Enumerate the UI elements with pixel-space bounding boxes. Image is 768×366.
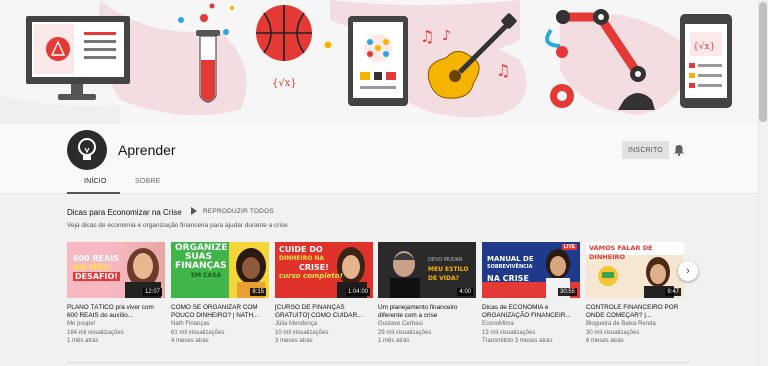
thumb-text: CRISE! (299, 263, 329, 272)
notification-bell-icon[interactable] (673, 144, 685, 156)
video-thumbnail[interactable]: VAMOS FALAR DE DINHEIRO 9:47 (586, 242, 684, 298)
tab-sobre[interactable]: SOBRE (135, 178, 161, 185)
video-views: 30 mil visualizações (586, 329, 640, 336)
svg-text:♪: ♪ (442, 28, 451, 44)
tab-inicio[interactable]: INÍCIO (84, 178, 107, 185)
video-views: 61 mil visualizações (171, 329, 225, 336)
video-thumbnail[interactable]: 600 REAIS NO MÊS: DESAFIO! 12:07 (67, 242, 165, 298)
video-title[interactable]: COMO SE ORGANIZAR COM POUCO DINHEIRO? | … (171, 304, 269, 320)
thumb-text: DESAFIO! (73, 272, 120, 281)
video-card[interactable]: DEVO MUDAR MEU ESTILO DE VIDA? 4:00 Um p… (378, 242, 476, 346)
channel-name: Aprender (118, 142, 176, 158)
video-duration: 9:47 (665, 288, 681, 296)
video-card[interactable]: VAMOS FALAR DE DINHEIRO 9:47 CONTROLE FI… (586, 242, 684, 346)
thumb-text: DINHEIRO NA (279, 255, 325, 262)
thumb-text: NO MÊS: (73, 263, 112, 272)
video-channel[interactable]: Nath Finanças (171, 320, 269, 329)
svg-text:{√x}: {√x} (272, 78, 297, 89)
video-age: 1 mês atrás (378, 338, 410, 344)
svg-text:♫: ♫ (420, 27, 434, 46)
thumb-text: MEU ESTILO (428, 266, 469, 273)
video-views: 29 mil visualizações (378, 329, 432, 336)
video-channel[interactable]: Júlia Mendonça (275, 320, 373, 329)
video-title[interactable]: PLANO TÁTICO pra viver com 600 REAIS do … (67, 304, 165, 320)
thumb-text: EM CASA (191, 272, 222, 279)
video-channel[interactable]: EconoMima (482, 320, 580, 329)
video-title[interactable]: CONTROLE FINANCEIRO POR ONDE COMEÇAR? |.… (586, 304, 684, 320)
subscribed-button[interactable]: INSCRITO (622, 141, 669, 159)
shelf-description: Veja dicas de economia e organização fin… (67, 222, 288, 229)
video-views: 13 mil visualizações (482, 329, 536, 336)
channel-avatar[interactable] (67, 130, 107, 170)
video-duration: 12:07 (142, 288, 162, 296)
thumb-text: VAMOS FALAR DE DINHEIRO (589, 244, 653, 261)
banner-illustration: {√x} ♫ ♪ ♫ {√x} (0, 0, 732, 124)
svg-text:♫: ♫ (496, 61, 510, 80)
video-channel[interactable]: Blogueira de Baixa Renda (586, 320, 684, 329)
video-age: 4 meses atrás (171, 338, 209, 344)
video-duration: 4:00 (457, 288, 473, 296)
video-title[interactable]: Um planejamento financeiro diferente com… (378, 304, 476, 320)
video-card[interactable]: CUIDE DO DINHEIRO NA CRISE! curso comple… (275, 242, 373, 346)
thumb-text: MANUAL DE (487, 255, 534, 263)
thumb-text: CUIDE DO (279, 245, 323, 254)
thumb-text: FINANÇAS (175, 261, 227, 271)
video-card[interactable]: LIVE MANUAL DE SOBREVIVÊNCIA NA CRISE 30… (482, 242, 580, 346)
video-title[interactable]: [CURSO DE FINANÇAS GRATUITO] COMO CUIDAR… (275, 304, 373, 320)
video-age: 1 mês atrás (67, 338, 99, 344)
play-all-button[interactable]: REPRODUZIR TODOS (191, 207, 274, 215)
video-duration: 30:55 (557, 288, 577, 296)
lightbulb-icon (78, 138, 96, 160)
page-scrollbar[interactable] (758, 0, 768, 366)
thumb-text: 600 REAIS (73, 254, 120, 263)
video-duration: 1:04:00 (345, 288, 370, 296)
video-age: Transmitido 3 meses atrás (482, 338, 553, 344)
shelf-next-button[interactable]: › (678, 261, 698, 281)
video-channel[interactable]: Gustavo Cerbasi (378, 320, 476, 329)
video-age: 6 meses atrás (586, 338, 624, 344)
video-thumbnail[interactable]: LIVE MANUAL DE SOBREVIVÊNCIA NA CRISE 30… (482, 242, 580, 298)
thumb-text: DE VIDA? (428, 275, 460, 282)
video-card[interactable]: 600 REAIS NO MÊS: DESAFIO! 12:07 PLANO T… (67, 242, 165, 346)
thumb-text: SOBREVIVÊNCIA (487, 264, 533, 270)
video-channel[interactable]: Me poupe! (67, 320, 165, 329)
shelf-title[interactable]: Dicas para Economizar na Crise (67, 208, 182, 217)
play-all-label: REPRODUZIR TODOS (203, 207, 274, 215)
divider (67, 362, 689, 363)
thumb-text: NA CRISE (487, 274, 529, 283)
video-views: 184 mil visualizações (67, 329, 124, 336)
channel-banner: {√x} ♫ ♪ ♫ {√x} (0, 0, 758, 124)
scrollbar-thumb[interactable] (759, 2, 767, 122)
thumb-text: curso completo! (279, 272, 343, 280)
thumb-text: DEVO MUDAR (428, 257, 463, 263)
chevron-right-icon: › (686, 265, 690, 277)
video-age: 3 meses atrás (275, 338, 313, 344)
video-title[interactable]: Dicas de ECONOMIA e ORGANIZAÇÃO FINANCEI… (482, 304, 580, 320)
video-thumbnail[interactable]: CUIDE DO DINHEIRO NA CRISE! curso comple… (275, 242, 373, 298)
video-duration: 8:15 (250, 288, 266, 296)
channel-header (0, 124, 758, 194)
live-badge: LIVE (561, 244, 577, 250)
svg-text:{√x}: {√x} (693, 41, 715, 52)
video-views: 10 mil visualizações (275, 329, 329, 336)
active-tab-indicator (67, 192, 120, 194)
video-thumbnail[interactable]: DEVO MUDAR MEU ESTILO DE VIDA? 4:00 (378, 242, 476, 298)
video-card[interactable]: ORGANIZE SUAS FINANÇAS EM CASA 8:15 COMO… (171, 242, 269, 346)
video-thumbnail[interactable]: ORGANIZE SUAS FINANÇAS EM CASA 8:15 (171, 242, 269, 298)
play-icon (191, 207, 197, 215)
